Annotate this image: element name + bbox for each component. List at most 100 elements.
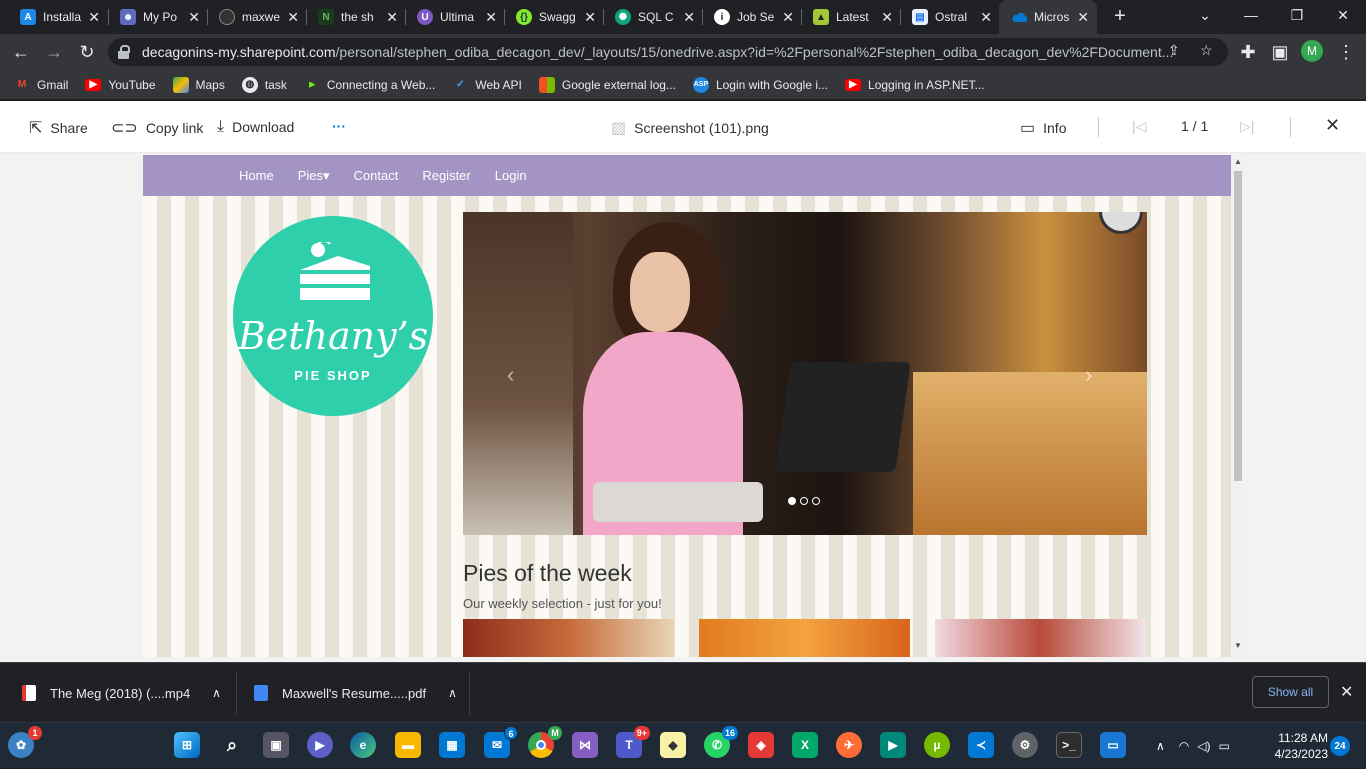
bookmark-star-icon[interactable]: ☆ bbox=[1200, 42, 1213, 59]
first-page-icon[interactable]: |◁ bbox=[1132, 118, 1146, 135]
notification-badge[interactable]: 24 bbox=[1330, 736, 1350, 756]
volume-icon[interactable]: ◁) bbox=[1197, 739, 1210, 753]
meet-icon[interactable]: ▶ bbox=[880, 732, 906, 758]
image-scrollbar[interactable]: ▲ ▼ bbox=[1231, 155, 1245, 653]
close-tab-icon[interactable]: ✕ bbox=[881, 9, 893, 26]
battery-icon[interactable]: ▭ bbox=[1219, 739, 1230, 753]
gitkraken-icon[interactable]: ◆ bbox=[660, 732, 686, 758]
bookmark-web-api[interactable]: ✓ Web API bbox=[452, 77, 522, 93]
whatsapp-icon[interactable]: ✆ 16 bbox=[704, 726, 738, 758]
mail-icon[interactable]: ✉ 6 bbox=[484, 726, 518, 758]
bookmark-logging-aspnet[interactable]: ▶ Logging in ASP.NET... bbox=[845, 78, 985, 92]
browser-tab[interactable]: ▲ Latest ✕ bbox=[801, 0, 901, 34]
bookmark-gmail[interactable]: M Gmail bbox=[14, 77, 69, 93]
last-page-icon[interactable]: ▷| bbox=[1240, 118, 1254, 135]
close-tab-icon[interactable]: ✕ bbox=[782, 9, 794, 26]
close-tab-icon[interactable]: ✕ bbox=[188, 9, 200, 26]
browser-tab-active[interactable]: Micros ✕ bbox=[999, 0, 1097, 34]
browser-tab[interactable]: U Ultima ✕ bbox=[405, 0, 505, 34]
browser-tab[interactable]: i Job Se ✕ bbox=[702, 0, 802, 34]
share-button[interactable]: ⇱ Share bbox=[29, 118, 88, 138]
menu-icon[interactable]: ⋮ bbox=[1334, 40, 1358, 64]
scroll-up-icon[interactable]: ▲ bbox=[1234, 157, 1242, 166]
close-tab-icon[interactable]: ✕ bbox=[88, 9, 100, 26]
side-panel-icon[interactable]: ▣ bbox=[1268, 40, 1292, 64]
share-page-icon[interactable]: ⇪ bbox=[1168, 42, 1180, 59]
screenshot-image: Home Pies▾ Contact Register Login Bethan… bbox=[143, 155, 1231, 657]
wifi-icon[interactable]: ◠ bbox=[1179, 739, 1189, 753]
store-icon[interactable]: ▦ bbox=[439, 732, 465, 758]
remote-desktop-icon[interactable]: ▭ bbox=[1100, 732, 1126, 758]
download-item[interactable]: The Meg (2018) (....mp4 ∧ bbox=[22, 663, 221, 723]
info-panel-icon: ▭ bbox=[1020, 120, 1036, 137]
edge-icon[interactable]: e bbox=[350, 732, 376, 758]
close-tab-icon[interactable]: ✕ bbox=[584, 9, 596, 26]
download-item[interactable]: Maxwell's Resume.....pdf ∧ bbox=[254, 663, 457, 723]
browser-tab[interactable]: Nthe sh ✕ bbox=[306, 0, 406, 34]
excel-icon[interactable]: X bbox=[792, 732, 818, 758]
close-tab-icon[interactable]: ✕ bbox=[1077, 9, 1089, 26]
browser-tab[interactable]: maxwe ✕ bbox=[207, 0, 307, 34]
bookmark-connecting-web[interactable]: ⫸ Connecting a Web... bbox=[304, 77, 435, 93]
bookmark-task[interactable]: ◍ task bbox=[241, 76, 287, 93]
browser-tab[interactable]: ✺ SQL C ✕ bbox=[603, 0, 703, 34]
browser-tab[interactable]: A Installa ✕ bbox=[8, 0, 108, 34]
chat-icon[interactable]: ▶ bbox=[307, 732, 333, 758]
bookmark-youtube[interactable]: ▶ YouTube bbox=[85, 78, 156, 92]
copy-link-button[interactable]: ⊂⊃ Copy link bbox=[111, 118, 203, 138]
settings-gear-icon[interactable]: ⚙ bbox=[1012, 732, 1038, 758]
task-view-icon[interactable]: ▣ bbox=[263, 732, 289, 758]
clock[interactable]: 11:28 AM 4/23/2023 bbox=[1262, 730, 1328, 762]
extensions-icon[interactable]: ✚ bbox=[1236, 40, 1260, 64]
close-window-button[interactable]: ✕ bbox=[1320, 0, 1366, 30]
close-tab-icon[interactable]: ✕ bbox=[485, 9, 497, 26]
profile-avatar[interactable]: M bbox=[1301, 40, 1323, 62]
pie-shop-logo: Bethany’s PIE SHOP bbox=[233, 216, 433, 416]
file-explorer-icon[interactable]: ▬ bbox=[395, 732, 421, 758]
download-button[interactable]: ⤓ Download bbox=[217, 118, 294, 136]
close-tab-icon[interactable]: ✕ bbox=[287, 9, 299, 26]
scroll-down-icon[interactable]: ▼ bbox=[1234, 641, 1242, 650]
visual-studio-icon[interactable]: ⋈ bbox=[572, 732, 598, 758]
tab-search-icon[interactable]: ⌄ bbox=[1182, 0, 1228, 30]
chevron-up-icon[interactable]: ∧ bbox=[448, 686, 457, 700]
close-viewer-icon[interactable]: ✕ bbox=[1325, 115, 1340, 136]
forward-icon[interactable]: → bbox=[42, 40, 66, 64]
github-icon bbox=[219, 9, 235, 25]
lock-icon[interactable] bbox=[118, 45, 130, 59]
chevron-up-icon[interactable]: ∧ bbox=[212, 686, 221, 700]
postman-icon[interactable]: ✈ bbox=[836, 732, 862, 758]
back-icon[interactable]: ← bbox=[9, 40, 33, 64]
restore-button[interactable]: ❐ bbox=[1274, 0, 1320, 30]
close-tab-icon[interactable]: ✕ bbox=[683, 9, 695, 26]
close-tab-icon[interactable]: ✕ bbox=[386, 9, 398, 26]
bookmark-maps[interactable]: Maps bbox=[172, 76, 225, 93]
close-tab-icon[interactable]: ✕ bbox=[980, 9, 992, 26]
chevron-up-icon[interactable]: ∧ bbox=[1156, 739, 1165, 753]
image-file-icon: ▨ bbox=[611, 120, 627, 137]
browser-tab[interactable]: {} Swagg ✕ bbox=[504, 0, 604, 34]
teams-icon[interactable]: T 9+ bbox=[616, 726, 650, 758]
minimize-button[interactable]: — bbox=[1228, 0, 1274, 30]
utorrent-icon[interactable]: µ bbox=[924, 732, 950, 758]
new-tab-button[interactable]: + bbox=[1108, 4, 1132, 28]
widgets-icon[interactable]: ✿ 1 bbox=[8, 726, 42, 758]
info-button[interactable]: ▭ Info bbox=[1020, 118, 1066, 138]
terminal-icon[interactable]: >_ bbox=[1056, 732, 1082, 758]
show-all-button[interactable]: Show all bbox=[1252, 676, 1329, 708]
anydesk-icon[interactable]: ◈ bbox=[748, 732, 774, 758]
reload-icon[interactable]: ↻ bbox=[75, 40, 99, 64]
close-downloads-icon[interactable]: ✕ bbox=[1340, 682, 1353, 702]
start-icon[interactable]: ⊞ bbox=[174, 732, 200, 758]
bookmark-google-external[interactable]: Google external log... bbox=[538, 76, 676, 93]
address-bar[interactable]: decagonins-my.sharepoint.com/personal/st… bbox=[108, 38, 1228, 66]
bookmark-login-google[interactable]: ASP Login with Google i... bbox=[692, 76, 828, 93]
search-icon[interactable]: ⌕ bbox=[219, 732, 245, 758]
browser-tab[interactable]: ☻ My Po ✕ bbox=[108, 0, 208, 34]
chrome-icon[interactable]: M bbox=[528, 726, 562, 758]
scrollbar-thumb[interactable] bbox=[1234, 171, 1242, 481]
more-actions-button[interactable]: ··· bbox=[332, 118, 346, 134]
vscode-icon[interactable]: ≺ bbox=[968, 732, 994, 758]
nav-login: Login bbox=[494, 168, 527, 183]
browser-tab[interactable]: ▤ Ostral ✕ bbox=[900, 0, 1000, 34]
